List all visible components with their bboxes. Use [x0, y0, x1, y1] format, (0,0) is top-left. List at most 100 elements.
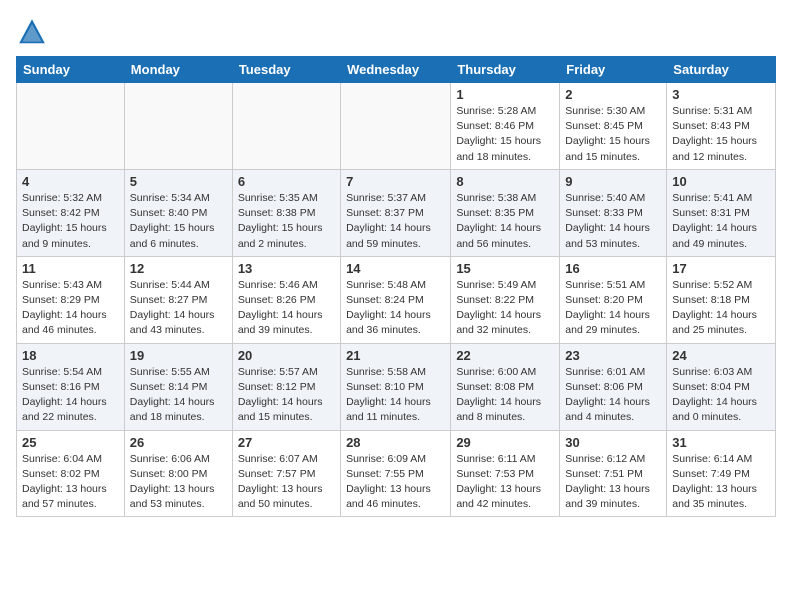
weekday-header-row: SundayMondayTuesdayWednesdayThursdayFrid…: [17, 57, 776, 83]
weekday-header-tuesday: Tuesday: [232, 57, 340, 83]
calendar-cell: 12 Sunrise: 5:44 AM Sunset: 8:27 PM Dayli…: [124, 256, 232, 343]
calendar-cell: 8 Sunrise: 5:38 AM Sunset: 8:35 PM Daylig…: [451, 169, 560, 256]
calendar-cell: 28 Sunrise: 6:09 AM Sunset: 7:55 PM Dayli…: [341, 430, 451, 517]
day-number: 20: [238, 348, 335, 363]
calendar-cell: 24 Sunrise: 6:03 AM Sunset: 8:04 PM Dayli…: [667, 343, 776, 430]
day-info: Sunrise: 5:37 AM Sunset: 8:37 PM Dayligh…: [346, 191, 445, 252]
calendar-cell: 2Sunrise: 5:30 AM Sunset: 8:45 PM Daylig…: [560, 83, 667, 170]
calendar-cell: 23 Sunrise: 6:01 AM Sunset: 8:06 PM Dayli…: [560, 343, 667, 430]
day-info: Sunrise: 6:06 AM Sunset: 8:00 PM Dayligh…: [130, 452, 227, 513]
calendar-cell: 19Sunrise: 5:55 AM Sunset: 8:14 PM Dayli…: [124, 343, 232, 430]
calendar-cell: 29 Sunrise: 6:11 AM Sunset: 7:53 PM Dayli…: [451, 430, 560, 517]
week-row-5: 25 Sunrise: 6:04 AM Sunset: 8:02 PM Dayli…: [17, 430, 776, 517]
calendar-cell: 7 Sunrise: 5:37 AM Sunset: 8:37 PM Daylig…: [341, 169, 451, 256]
day-number: 21: [346, 348, 445, 363]
calendar-cell: [17, 83, 125, 170]
week-row-1: 1 Sunrise: 5:28 AM Sunset: 8:46 PM Daylig…: [17, 83, 776, 170]
calendar-cell: 3Sunrise: 5:31 AM Sunset: 8:43 PM Daylig…: [667, 83, 776, 170]
calendar-cell: 6Sunrise: 5:35 AM Sunset: 8:38 PM Daylig…: [232, 169, 340, 256]
day-number: 23: [565, 348, 661, 363]
day-number: 24: [672, 348, 770, 363]
calendar-cell: 17 Sunrise: 5:52 AM Sunset: 8:18 PM Dayli…: [667, 256, 776, 343]
calendar-cell: 16 Sunrise: 5:51 AM Sunset: 8:20 PM Dayli…: [560, 256, 667, 343]
calendar-cell: 21 Sunrise: 5:58 AM Sunset: 8:10 PM Dayli…: [341, 343, 451, 430]
day-info: Sunrise: 5:44 AM Sunset: 8:27 PM Dayligh…: [130, 278, 227, 339]
calendar-cell: 25 Sunrise: 6:04 AM Sunset: 8:02 PM Dayli…: [17, 430, 125, 517]
week-row-3: 11 Sunrise: 5:43 AM Sunset: 8:29 PM Dayli…: [17, 256, 776, 343]
day-info: Sunrise: 6:09 AM Sunset: 7:55 PM Dayligh…: [346, 452, 445, 513]
calendar-cell: 14 Sunrise: 5:48 AM Sunset: 8:24 PM Dayli…: [341, 256, 451, 343]
day-info: Sunrise: 5:30 AM Sunset: 8:45 PM Dayligh…: [565, 104, 661, 165]
week-row-4: 18Sunrise: 5:54 AM Sunset: 8:16 PM Dayli…: [17, 343, 776, 430]
weekday-header-thursday: Thursday: [451, 57, 560, 83]
day-info: Sunrise: 6:11 AM Sunset: 7:53 PM Dayligh…: [456, 452, 554, 513]
day-info: Sunrise: 5:38 AM Sunset: 8:35 PM Dayligh…: [456, 191, 554, 252]
day-info: Sunrise: 5:46 AM Sunset: 8:26 PM Dayligh…: [238, 278, 335, 339]
day-number: 10: [672, 174, 770, 189]
day-number: 13: [238, 261, 335, 276]
day-number: 16: [565, 261, 661, 276]
day-info: Sunrise: 5:55 AM Sunset: 8:14 PM Dayligh…: [130, 365, 227, 426]
day-number: 12: [130, 261, 227, 276]
day-info: Sunrise: 6:00 AM Sunset: 8:08 PM Dayligh…: [456, 365, 554, 426]
day-number: 9: [565, 174, 661, 189]
logo: [16, 16, 52, 48]
calendar-cell: 1 Sunrise: 5:28 AM Sunset: 8:46 PM Daylig…: [451, 83, 560, 170]
calendar-cell: 4 Sunrise: 5:32 AM Sunset: 8:42 PM Daylig…: [17, 169, 125, 256]
day-number: 4: [22, 174, 119, 189]
calendar-cell: 13 Sunrise: 5:46 AM Sunset: 8:26 PM Dayli…: [232, 256, 340, 343]
day-number: 27: [238, 435, 335, 450]
day-number: 18: [22, 348, 119, 363]
calendar-cell: 18Sunrise: 5:54 AM Sunset: 8:16 PM Dayli…: [17, 343, 125, 430]
day-info: Sunrise: 6:07 AM Sunset: 7:57 PM Dayligh…: [238, 452, 335, 513]
calendar-table: SundayMondayTuesdayWednesdayThursdayFrid…: [16, 56, 776, 517]
page-header: [16, 16, 776, 48]
day-info: Sunrise: 5:31 AM Sunset: 8:43 PM Dayligh…: [672, 104, 770, 165]
day-info: Sunrise: 5:35 AM Sunset: 8:38 PM Dayligh…: [238, 191, 335, 252]
day-number: 1: [456, 87, 554, 102]
calendar-cell: 5Sunrise: 5:34 AM Sunset: 8:40 PM Daylig…: [124, 169, 232, 256]
day-info: Sunrise: 5:41 AM Sunset: 8:31 PM Dayligh…: [672, 191, 770, 252]
day-number: 26: [130, 435, 227, 450]
calendar-cell: 26 Sunrise: 6:06 AM Sunset: 8:00 PM Dayli…: [124, 430, 232, 517]
day-info: Sunrise: 5:34 AM Sunset: 8:40 PM Dayligh…: [130, 191, 227, 252]
day-info: Sunrise: 5:52 AM Sunset: 8:18 PM Dayligh…: [672, 278, 770, 339]
day-number: 30: [565, 435, 661, 450]
day-info: Sunrise: 5:48 AM Sunset: 8:24 PM Dayligh…: [346, 278, 445, 339]
day-number: 14: [346, 261, 445, 276]
day-info: Sunrise: 5:49 AM Sunset: 8:22 PM Dayligh…: [456, 278, 554, 339]
day-number: 11: [22, 261, 119, 276]
day-number: 7: [346, 174, 445, 189]
weekday-header-saturday: Saturday: [667, 57, 776, 83]
day-number: 8: [456, 174, 554, 189]
week-row-2: 4 Sunrise: 5:32 AM Sunset: 8:42 PM Daylig…: [17, 169, 776, 256]
calendar-cell: 22 Sunrise: 6:00 AM Sunset: 8:08 PM Dayli…: [451, 343, 560, 430]
calendar-cell: 20Sunrise: 5:57 AM Sunset: 8:12 PM Dayli…: [232, 343, 340, 430]
day-info: Sunrise: 6:01 AM Sunset: 8:06 PM Dayligh…: [565, 365, 661, 426]
calendar-cell: 11 Sunrise: 5:43 AM Sunset: 8:29 PM Dayli…: [17, 256, 125, 343]
calendar-cell: [341, 83, 451, 170]
day-number: 22: [456, 348, 554, 363]
day-info: Sunrise: 6:04 AM Sunset: 8:02 PM Dayligh…: [22, 452, 119, 513]
weekday-header-friday: Friday: [560, 57, 667, 83]
day-info: Sunrise: 5:43 AM Sunset: 8:29 PM Dayligh…: [22, 278, 119, 339]
weekday-header-sunday: Sunday: [17, 57, 125, 83]
day-info: Sunrise: 5:58 AM Sunset: 8:10 PM Dayligh…: [346, 365, 445, 426]
day-info: Sunrise: 6:03 AM Sunset: 8:04 PM Dayligh…: [672, 365, 770, 426]
calendar-cell: 27 Sunrise: 6:07 AM Sunset: 7:57 PM Dayli…: [232, 430, 340, 517]
calendar-cell: 10 Sunrise: 5:41 AM Sunset: 8:31 PM Dayli…: [667, 169, 776, 256]
calendar-cell: 15 Sunrise: 5:49 AM Sunset: 8:22 PM Dayli…: [451, 256, 560, 343]
weekday-header-monday: Monday: [124, 57, 232, 83]
day-info: Sunrise: 5:28 AM Sunset: 8:46 PM Dayligh…: [456, 104, 554, 165]
day-info: Sunrise: 6:12 AM Sunset: 7:51 PM Dayligh…: [565, 452, 661, 513]
day-info: Sunrise: 5:32 AM Sunset: 8:42 PM Dayligh…: [22, 191, 119, 252]
day-number: 15: [456, 261, 554, 276]
calendar-cell: 9 Sunrise: 5:40 AM Sunset: 8:33 PM Daylig…: [560, 169, 667, 256]
day-number: 28: [346, 435, 445, 450]
day-number: 25: [22, 435, 119, 450]
day-number: 17: [672, 261, 770, 276]
logo-icon: [16, 16, 48, 48]
day-info: Sunrise: 5:51 AM Sunset: 8:20 PM Dayligh…: [565, 278, 661, 339]
day-info: Sunrise: 5:40 AM Sunset: 8:33 PM Dayligh…: [565, 191, 661, 252]
day-number: 29: [456, 435, 554, 450]
